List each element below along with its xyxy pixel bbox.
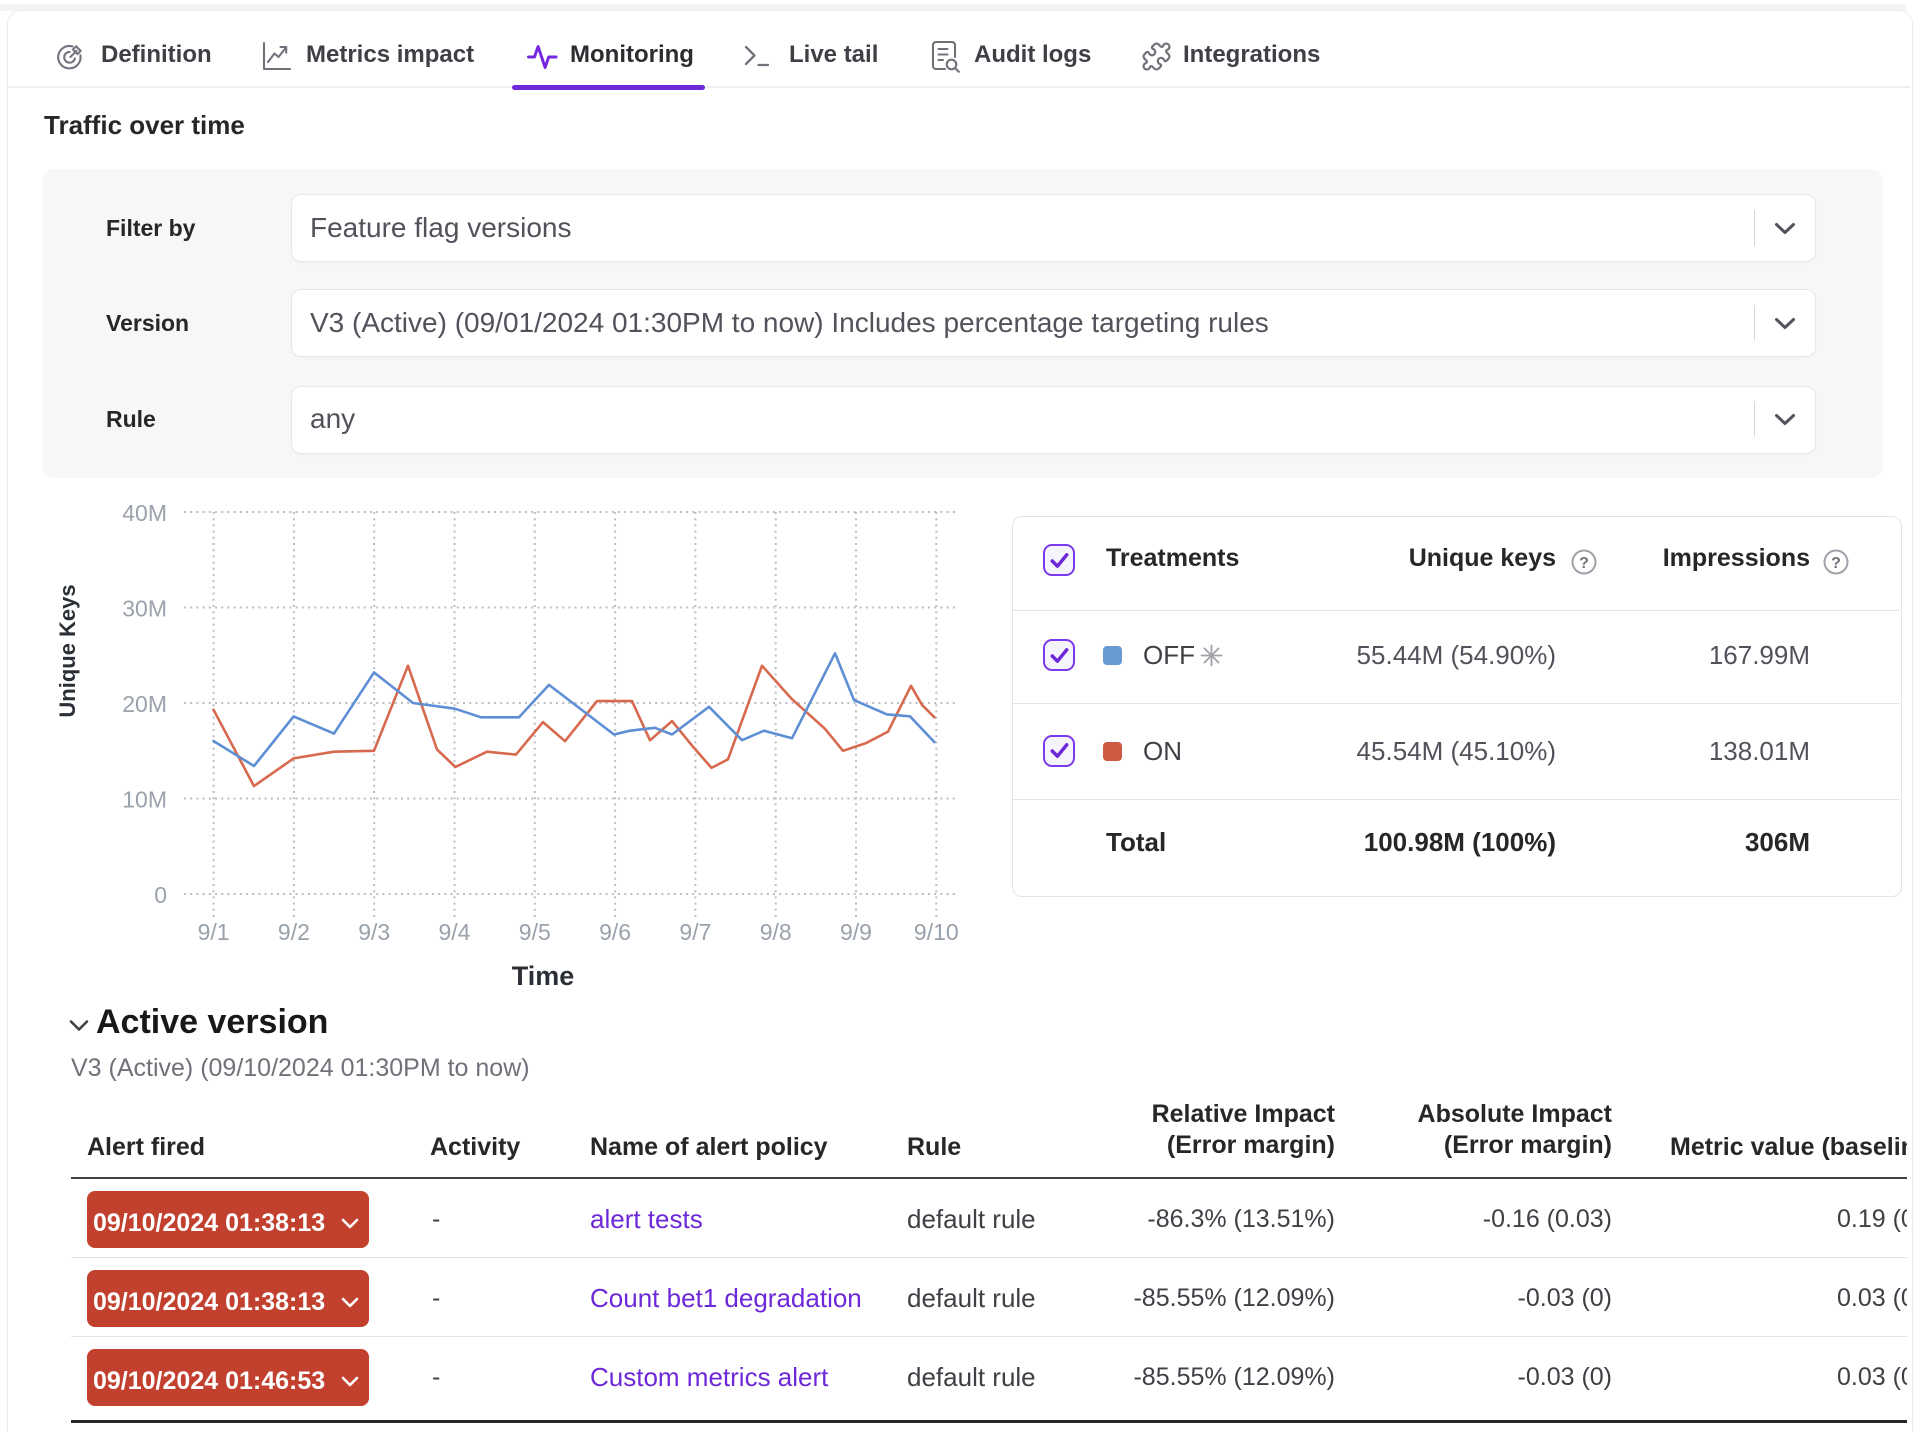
- svg-text:?: ?: [1831, 555, 1841, 572]
- svg-text:10M: 10M: [122, 787, 167, 813]
- svg-text:?: ?: [1579, 555, 1589, 572]
- svg-text:30M: 30M: [122, 596, 167, 622]
- svg-text:40M: 40M: [122, 500, 167, 526]
- svg-text:9/2: 9/2: [278, 919, 310, 945]
- svg-text:Unique Keys: Unique Keys: [55, 584, 80, 717]
- svg-text:9/9: 9/9: [840, 919, 872, 945]
- svg-text:9/5: 9/5: [519, 919, 551, 945]
- svg-text:9/6: 9/6: [599, 919, 631, 945]
- svg-text:Time: Time: [512, 961, 575, 991]
- svg-text:9/1: 9/1: [198, 919, 230, 945]
- svg-text:9/10: 9/10: [914, 919, 959, 945]
- svg-text:9/4: 9/4: [439, 919, 471, 945]
- svg-text:9/7: 9/7: [679, 919, 711, 945]
- svg-text:0: 0: [154, 882, 167, 908]
- svg-text:20M: 20M: [122, 691, 167, 717]
- svg-text:9/3: 9/3: [358, 919, 390, 945]
- svg-text:9/8: 9/8: [760, 919, 792, 945]
